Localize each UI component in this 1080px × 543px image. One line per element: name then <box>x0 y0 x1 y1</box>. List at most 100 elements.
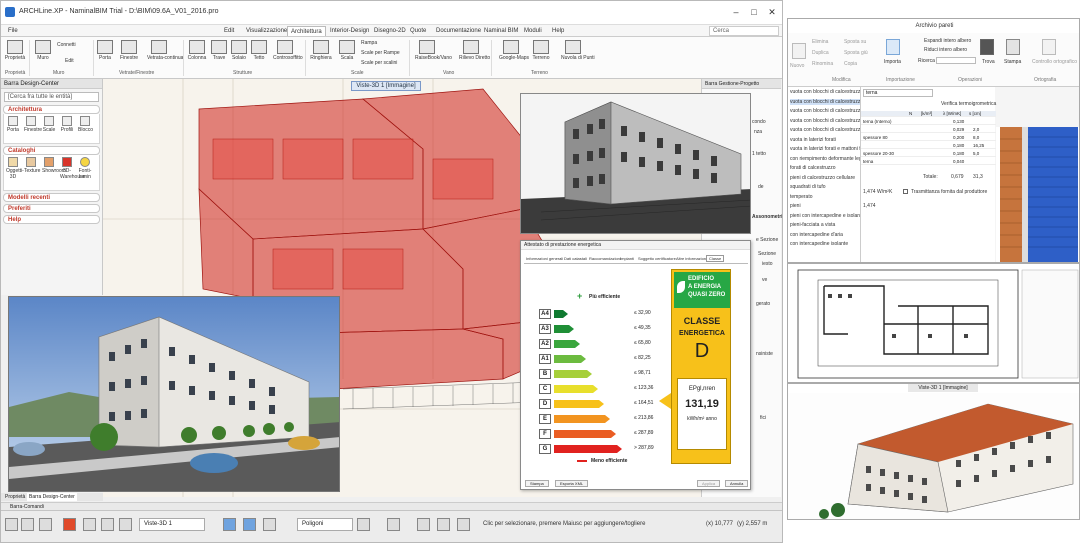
dc-item-3d-warehouse[interactable]: 3D-Warehouse <box>60 157 85 180</box>
project-item[interactable]: fici <box>760 415 766 421</box>
project-item[interactable]: gerato <box>756 301 770 307</box>
dc-item-scale[interactable]: Scale <box>42 116 56 133</box>
wall-type-item[interactable]: pieni-facciata a vista <box>790 222 860 228</box>
wall-type-item[interactable]: vuota con blocchi di calcestruzzo <box>790 108 860 114</box>
stampa-archive-button[interactable]: Stampa <box>1004 59 1021 65</box>
table-row[interactable]: 0,029 2,0 <box>861 127 996 133</box>
project-item[interactable]: condo <box>752 119 766 125</box>
project-item[interactable]: nsiniste <box>756 351 773 357</box>
muro-button[interactable]: Muro <box>31 39 55 69</box>
project-item[interactable]: iesto <box>762 261 773 267</box>
nuvola-di-punti-button[interactable]: Nuvola di Punti <box>561 39 595 69</box>
table-row[interactable]: spessore 80 0,200 8,0 <box>861 135 996 141</box>
dc-item-profili[interactable]: Profili <box>60 116 74 133</box>
copia-button[interactable]: Copia <box>844 61 857 67</box>
tab-informazioni-generali[interactable]: Informazioni generali <box>526 256 563 261</box>
project-item[interactable]: Assonometri <box>752 214 782 220</box>
scale-per-rampe-button[interactable]: Scale per Rampe <box>361 50 400 56</box>
colonna-button[interactable]: Colonna <box>185 39 209 69</box>
dc-item-blocco[interactable]: Blocco <box>78 116 93 133</box>
esporta-xml-button[interactable]: Esporta XML <box>555 480 589 487</box>
search-input[interactable]: Cerca <box>709 26 779 36</box>
table-row[interactable]: spessore 20-30 0,180 5,0 <box>861 151 996 157</box>
dc-item-finestre[interactable]: Finestre <box>24 116 42 133</box>
tab-impianti[interactable]: Impianti <box>620 256 634 261</box>
fill-icon[interactable] <box>357 518 370 531</box>
menu-visualizzazione[interactable]: Visualizzazione <box>243 26 290 36</box>
menu-naminal-bim[interactable]: Naminal BIM <box>481 26 521 36</box>
verifica-link[interactable]: Verifica termoigrometrica <box>941 101 996 107</box>
dc-item-oggetti-3d[interactable]: Oggetti-3D <box>6 157 24 180</box>
table-row[interactable]: terna 0,040 <box>861 159 996 165</box>
tetto-button[interactable]: Tetto <box>247 39 271 69</box>
measure-icon[interactable] <box>417 518 430 531</box>
sposta-su-button[interactable]: Sposta su <box>844 39 866 45</box>
nuovo-button[interactable]: Nuovo <box>790 63 804 69</box>
section-cataloghi[interactable]: Cataloghi <box>3 146 100 155</box>
tab-raccomandazioni[interactable]: Raccomandazioni <box>589 256 621 261</box>
raisebook-vano-button[interactable]: RaiseBook/Vano <box>415 39 452 69</box>
tab-proprieta[interactable]: Proprietà <box>3 493 27 501</box>
command-bar[interactable]: Barra-Comandi <box>1 502 782 510</box>
project-item[interactable]: ve <box>762 277 767 283</box>
minimize-icon[interactable]: – <box>729 6 743 18</box>
menu-file[interactable]: File <box>5 26 21 36</box>
menu-help[interactable]: Help <box>549 26 567 36</box>
table-row[interactable]: 0,180 16,25 <box>861 143 996 149</box>
tab-altre-informazioni[interactable]: Altre informazioni <box>676 256 707 261</box>
dc-item-texture[interactable]: Texture <box>24 157 40 174</box>
menu-architettura[interactable]: Architettura <box>287 26 326 36</box>
layer-select[interactable]: terna <box>863 89 933 97</box>
cursor-icon[interactable] <box>119 518 132 531</box>
layers-icon[interactable] <box>21 518 34 531</box>
ringhiera-button[interactable]: Ringhiera <box>309 39 333 69</box>
wall-type-item[interactable]: con intercapedine isolante <box>790 241 860 247</box>
tab-design-center[interactable]: Barra Design-Center <box>27 493 77 501</box>
stampa-button[interactable]: Stampa <box>525 480 549 487</box>
ricerca-input[interactable] <box>936 57 976 64</box>
menu-disegno-2d[interactable]: Disegno-2D <box>371 26 409 36</box>
grid-icon[interactable] <box>101 518 114 531</box>
wall-type-item[interactable]: forati di calcestruzzo <box>790 165 860 171</box>
porta-button[interactable]: Porta <box>93 39 117 69</box>
rinomina-button[interactable]: Rinomina <box>812 61 833 67</box>
dc-item-porta[interactable]: Porta <box>6 116 20 133</box>
controllo-ortografico-button[interactable]: Controllo ortografico <box>1032 59 1077 65</box>
finestre-button[interactable]: Finestre <box>117 39 141 69</box>
wall-type-item[interactable]: con intercapedine d'aria <box>790 232 860 238</box>
elimina-button[interactable]: Elimina <box>812 39 828 45</box>
annulla-button[interactable]: Annulla <box>725 480 749 487</box>
menu-edit[interactable]: Edit <box>221 26 237 36</box>
trasmittanza-checkbox[interactable] <box>903 189 908 194</box>
connetti-button[interactable]: Connetti <box>57 42 76 48</box>
text-icon[interactable] <box>387 518 400 531</box>
trova-button[interactable]: Trova <box>982 59 995 65</box>
terreno-button[interactable]: Terreno <box>529 39 553 69</box>
tab-classe[interactable]: Classe <box>706 255 725 262</box>
menu-moduli[interactable]: Moduli <box>521 26 545 36</box>
gear-icon[interactable] <box>5 518 18 531</box>
sposta-giu-button[interactable]: Sposta giù <box>844 50 868 56</box>
section-preferiti[interactable]: Preferiti <box>3 204 100 213</box>
wall-type-item[interactable]: squadrati di tufo <box>790 184 860 190</box>
scala-button[interactable]: Scala <box>335 39 359 69</box>
wall-type-item[interactable]: pieni di calcestruzzo cellulare <box>790 175 860 181</box>
viewport-tab[interactable]: Viste-3D 1 [Immagine] <box>351 81 421 91</box>
project-item[interactable]: 1 tetto <box>752 151 766 157</box>
wall-type-item[interactable]: vuota con blocchi di calcestruzzo <box>790 127 860 133</box>
scale-per-scalini-button[interactable]: Scale per scalini <box>361 60 397 66</box>
wall-type-item[interactable]: vuota con blocchi di calcestruzzo <box>790 89 860 95</box>
duplica-button[interactable]: Duplica <box>812 50 829 56</box>
dc-item-showroom[interactable]: Showroom <box>42 157 66 174</box>
menu-quote[interactable]: Quote <box>407 26 429 36</box>
maximize-icon[interactable]: □ <box>747 6 761 18</box>
section-help[interactable]: Help <box>3 215 100 224</box>
angle-icon[interactable] <box>457 518 470 531</box>
wall-type-item[interactable]: pieni con intercapedine e isolante <box>790 213 860 219</box>
section-modelli-recenti[interactable]: Modelli recenti <box>3 193 100 202</box>
wall-type-item[interactable]: vuota con blocchi di calcestruzzo <box>790 118 860 124</box>
project-item[interactable]: nza <box>754 129 762 135</box>
importa-button[interactable]: Importa <box>884 59 901 65</box>
riduci-button[interactable]: Riduci intero albero <box>924 47 967 53</box>
dc-item-fonti-lumin[interactable]: Fonti-lumin <box>78 157 92 180</box>
